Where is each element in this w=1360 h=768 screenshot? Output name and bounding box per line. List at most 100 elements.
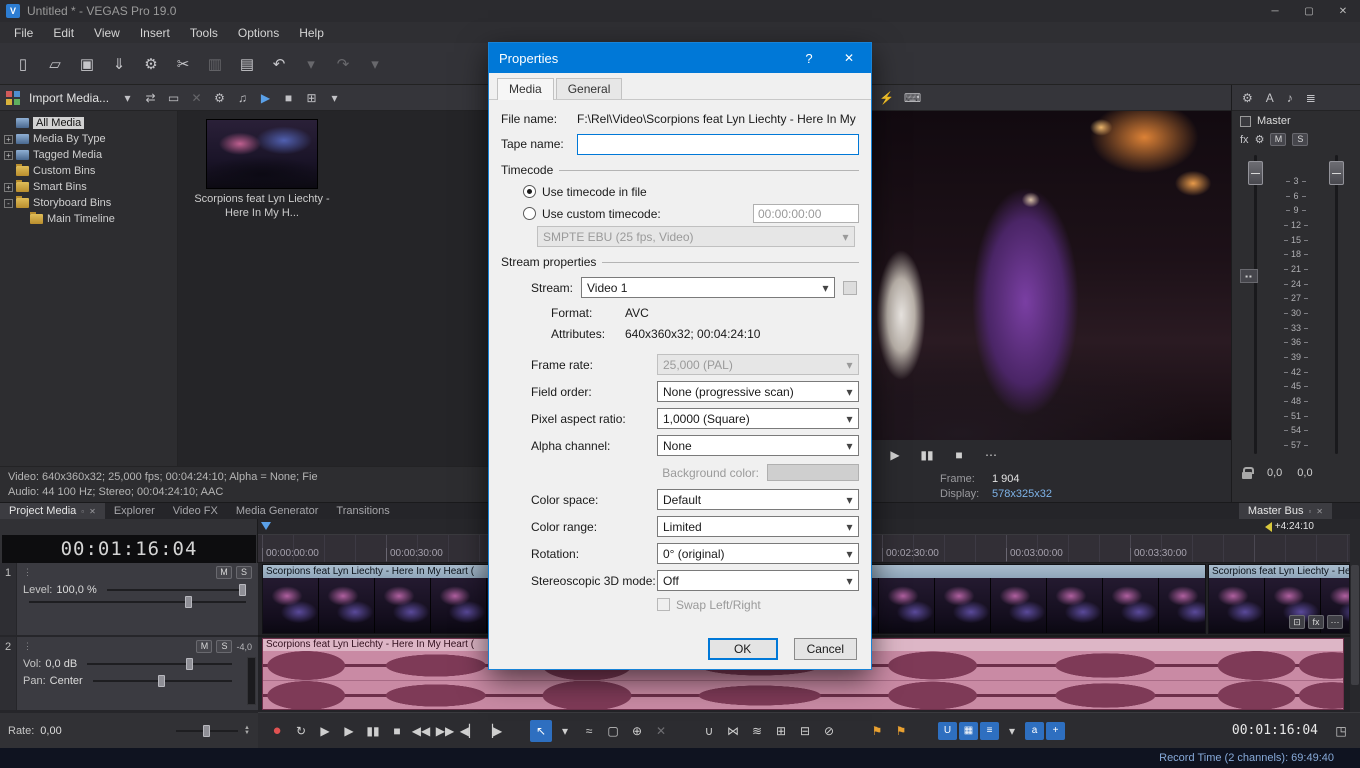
video-event[interactable]: Scorpions feat Lyn Liechty - Here In My … [1208, 564, 1350, 634]
auto-ripple-button[interactable]: ≋ [746, 720, 768, 742]
external-monitor-icon[interactable]: ⚡ [877, 88, 896, 107]
ignore-grouping-button[interactable]: ⊘ [818, 720, 840, 742]
track1-solo-button[interactable]: S [236, 566, 252, 579]
timecode-format-dropdown[interactable]: SMPTE EBU (25 fps, Video) [537, 226, 855, 247]
refresh-media-icon[interactable]: ⇄ [141, 88, 160, 107]
view-dropdown[interactable]: ▾ [1001, 720, 1023, 742]
media-views-dropdown[interactable]: ▾ [325, 88, 344, 107]
undo-icon[interactable]: ↶ [266, 51, 292, 77]
fader-handle-right[interactable] [1329, 161, 1344, 185]
stop-button[interactable]: ■ [386, 720, 408, 742]
menu-tools[interactable]: Tools [180, 26, 228, 40]
record-button[interactable]: ● [266, 720, 288, 742]
menu-edit[interactable]: Edit [43, 26, 84, 40]
insert-marker-button[interactable]: ⚑ [866, 720, 888, 742]
insert-region-button[interactable]: ⚑ [890, 720, 912, 742]
event-pan-crop-button[interactable]: ⊡ [1289, 615, 1305, 629]
rate-slider[interactable] [176, 730, 238, 732]
render-as-icon[interactable]: ⇓ [106, 51, 132, 77]
media-views-icon[interactable]: ⊞ [302, 88, 321, 107]
close-window-icon[interactable]: ✕ [89, 507, 96, 516]
capture-video-icon[interactable]: ▭ [164, 88, 183, 107]
tab-explorer[interactable]: Explorer [105, 503, 164, 519]
track2-solo-button[interactable]: S [216, 640, 232, 653]
scrollbar-thumb[interactable] [1351, 565, 1359, 685]
preview-pause-button[interactable]: ▮▮ [918, 448, 936, 462]
video-track-header[interactable]: 1 ⋮ M S Level: 100,0 % [0, 563, 258, 637]
level-slider[interactable] [107, 589, 246, 591]
multi-tool-button[interactable]: ✕ [650, 720, 672, 742]
envelope-edit-tool-button[interactable]: ≈ [578, 720, 600, 742]
tree-item-all-media[interactable]: All Media [0, 115, 177, 131]
media-bins-icon[interactable] [6, 91, 20, 105]
add-track-button[interactable]: + [1046, 722, 1065, 740]
tree-item-main-timeline[interactable]: Main Timeline [0, 211, 177, 227]
redo-icon[interactable]: ↷ [330, 51, 356, 77]
project-properties-icon[interactable]: ⚙ [138, 51, 164, 77]
level-slider-knob[interactable] [239, 584, 246, 596]
selection-edit-tool-button[interactable]: ▢ [602, 720, 624, 742]
dialog-close-button[interactable]: ✕ [827, 43, 871, 73]
save-project-icon[interactable]: ▣ [74, 51, 100, 77]
menu-help[interactable]: Help [289, 26, 334, 40]
downmix-output-button[interactable]: ▪▪ [1240, 269, 1258, 283]
tree-item-tagged-media[interactable]: + Tagged Media [0, 147, 177, 163]
normal-edit-tool-button[interactable]: ↖ [530, 720, 552, 742]
tab-video-fx[interactable]: Video FX [164, 503, 227, 519]
play-button[interactable]: ▶ [338, 720, 360, 742]
audio-device-icon[interactable]: ♪ [1287, 91, 1293, 105]
new-project-icon[interactable]: ▯ [10, 51, 36, 77]
tab-project-media[interactable]: Project Media ▫ ✕ [0, 503, 105, 519]
menu-insert[interactable]: Insert [130, 26, 180, 40]
bus-properties-icon[interactable]: ⚙ [1242, 91, 1253, 105]
track-grip-icon[interactable]: ⋮ [23, 567, 32, 578]
ok-button[interactable]: OK [708, 638, 778, 660]
frame-rate-dropdown[interactable]: 25,000 (PAL) [657, 354, 859, 375]
mixing-console-button[interactable]: ▦ [959, 722, 978, 740]
color-space-dropdown[interactable]: Default [657, 489, 859, 510]
media-item[interactable]: Scorpions feat Lyn Liechty - Here In My … [186, 119, 338, 221]
tree-expander-icon[interactable]: - [4, 199, 13, 208]
fader-handle-left[interactable] [1248, 161, 1263, 185]
scripting-icon[interactable]: ⌨ [903, 88, 922, 107]
volume-slider-knob[interactable] [186, 658, 193, 670]
rate-slider-knob[interactable] [203, 725, 210, 737]
expand-timeline-icon[interactable]: ◳ [1330, 720, 1352, 742]
auto-crossfade-button[interactable]: ⋈ [722, 720, 744, 742]
media-properties-icon[interactable]: ⚙ [210, 88, 229, 107]
maximize-button[interactable]: ▢ [1292, 0, 1326, 22]
event-fx-button[interactable]: fx [1308, 615, 1324, 629]
tree-expander-icon[interactable]: + [4, 151, 13, 160]
loop-region-end-marker[interactable]: +4:24:10 [1265, 521, 1314, 532]
lock-envelopes-button[interactable]: ⊟ [794, 720, 816, 742]
copy-icon[interactable]: ▥ [202, 51, 228, 77]
insert-bus-icon[interactable]: A [1266, 91, 1274, 105]
tree-item-storyboard-bins[interactable]: - Storyboard Bins [0, 195, 177, 211]
stereoscopic-3d-mode-dropdown[interactable]: Off [657, 570, 859, 591]
tree-item-media-by-type[interactable]: + Media By Type [0, 131, 177, 147]
cut-icon[interactable]: ✂ [170, 51, 196, 77]
lock-fader-icon[interactable] [1242, 472, 1252, 479]
float-window-icon[interactable]: ▫ [1308, 507, 1311, 516]
timeline-time-display[interactable]: 00:01:16:04 [2, 535, 256, 563]
swap-left-right-checkbox[interactable] [657, 598, 670, 611]
audio-track-header[interactable]: 2 ⋮ M S -4,0 Vol: 0,0 dB P [0, 637, 258, 712]
master-gear-icon[interactable]: ⚙ [1255, 133, 1265, 146]
tab-master-bus[interactable]: Master Bus ▫ ✕ [1239, 503, 1332, 519]
composite-slider[interactable] [29, 601, 246, 603]
tab-media-generator[interactable]: Media Generator [227, 503, 328, 519]
undo-dropdown[interactable]: ▾ [298, 51, 324, 77]
play-from-start-button[interactable]: ▶ [314, 720, 336, 742]
open-in-trimmer-button[interactable]: U [938, 722, 957, 740]
menu-options[interactable]: Options [228, 26, 289, 40]
tab-transitions[interactable]: Transitions [327, 503, 398, 519]
tab-general[interactable]: General [556, 78, 623, 99]
composite-slider-knob[interactable] [185, 596, 192, 608]
use-custom-timecode-radio[interactable] [523, 207, 536, 220]
help-button[interactable]: ? [791, 51, 827, 66]
next-frame-button[interactable]: ▕▶ [482, 720, 504, 742]
track2-mute-button[interactable]: M [196, 640, 212, 653]
loop-playback-button[interactable]: ↻ [290, 720, 312, 742]
tree-item-smart-bins[interactable]: + Smart Bins [0, 179, 177, 195]
import-media-button[interactable]: Import Media... [25, 91, 113, 105]
